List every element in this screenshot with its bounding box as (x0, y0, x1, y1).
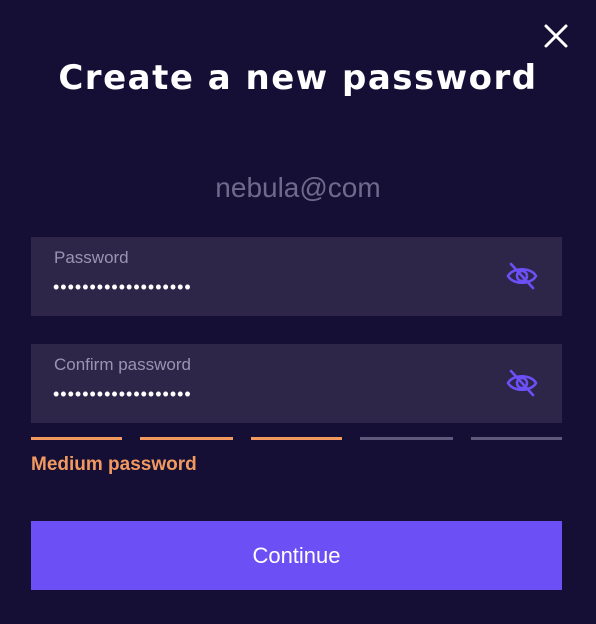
confirm-password-label: Confirm password (54, 355, 191, 374)
confirm-password-field[interactable]: Confirm password (31, 344, 562, 423)
strength-segment (360, 437, 453, 440)
strength-segment (251, 437, 342, 440)
password-visibility-toggle[interactable] (505, 259, 539, 293)
strength-segment (31, 437, 122, 440)
account-email: nebula@com (215, 172, 381, 203)
password-input[interactable] (53, 277, 473, 298)
continue-button[interactable]: Continue (31, 521, 562, 590)
password-strength-label: Medium password (31, 454, 197, 475)
strength-segment (471, 437, 562, 440)
close-button[interactable] (542, 22, 570, 50)
password-field[interactable]: Password (31, 237, 562, 316)
strength-segment (140, 437, 233, 440)
confirm-password-input[interactable] (53, 384, 473, 405)
close-icon (544, 24, 568, 48)
eye-off-icon (506, 262, 538, 290)
password-label: Password (54, 248, 129, 267)
confirm-password-visibility-toggle[interactable] (505, 366, 539, 400)
dialog-title: Create a new password (58, 58, 538, 98)
eye-off-icon (506, 369, 538, 397)
